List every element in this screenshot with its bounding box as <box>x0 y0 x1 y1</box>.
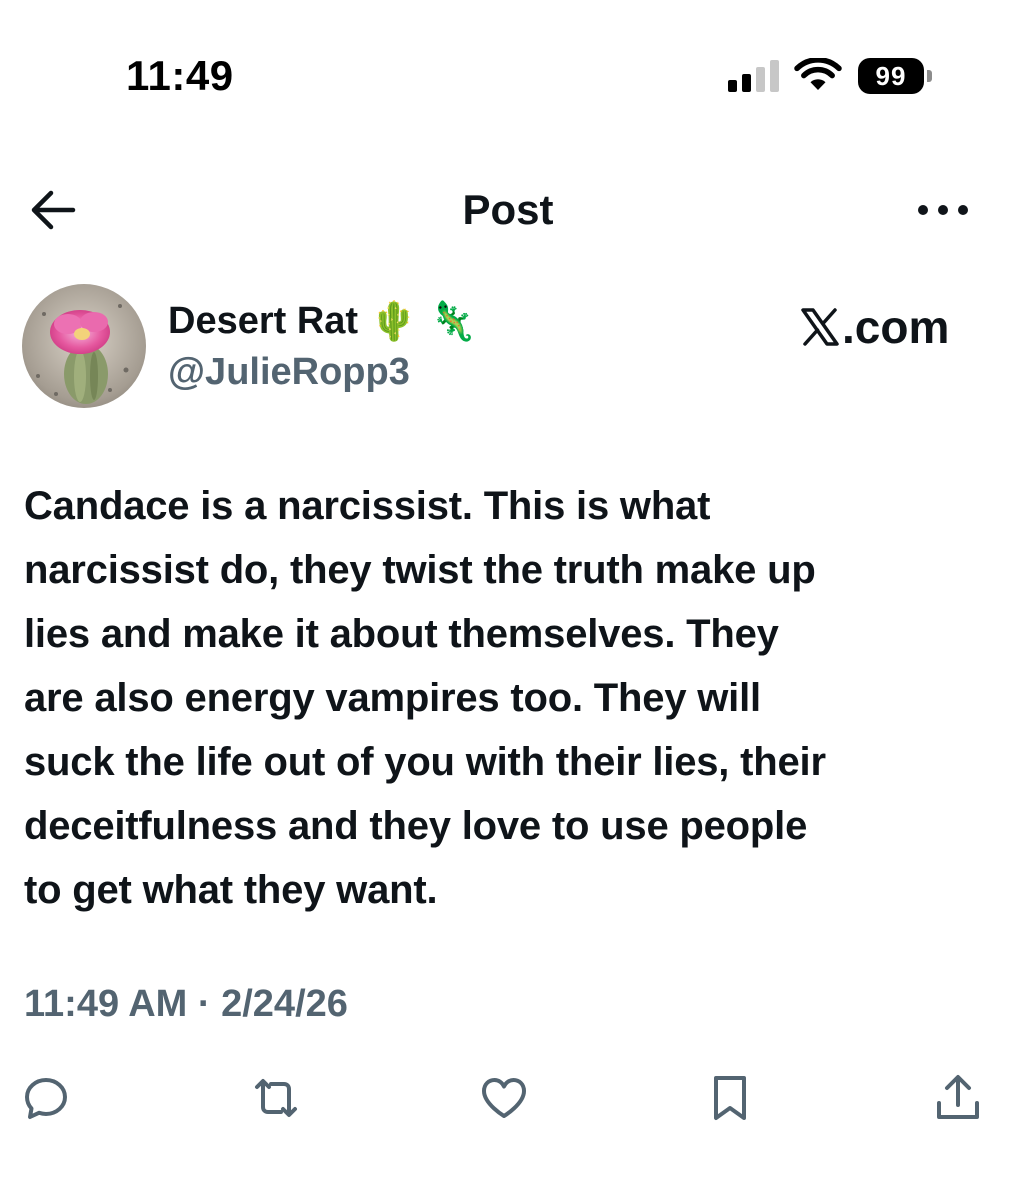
wifi-icon <box>794 58 842 90</box>
post-timestamp[interactable]: 11:49 AM · 2/24/26 <box>24 978 348 1030</box>
post-text: Candace is a narcissist. This is what na… <box>24 484 826 912</box>
share-button[interactable] <box>930 1072 986 1124</box>
bookmark-icon <box>714 1076 746 1120</box>
like-button[interactable] <box>476 1072 532 1124</box>
bookmark-button[interactable] <box>702 1072 758 1124</box>
repost-button[interactable] <box>248 1072 304 1124</box>
cellular-signal-icon <box>728 60 779 92</box>
x-logo-icon <box>801 308 839 346</box>
avatar[interactable] <box>22 284 146 408</box>
lizard-emoji-icon: 🦎 <box>429 299 477 343</box>
page-title: Post <box>462 186 554 233</box>
more-horizontal-icon <box>918 205 968 215</box>
status-time: 11:49 <box>126 52 234 99</box>
repost-icon <box>255 1079 297 1117</box>
x-com-watermark: .com <box>800 300 949 354</box>
reply-button[interactable] <box>18 1072 74 1124</box>
author-name-row[interactable]: Desert Rat 🌵 🦎 <box>168 294 477 348</box>
share-icon <box>937 1075 979 1119</box>
site-suffix: .com <box>842 301 950 353</box>
reply-icon <box>25 1078 67 1119</box>
battery-tip <box>927 70 932 82</box>
cactus-flower-photo <box>22 284 146 408</box>
display-name: Desert Rat <box>168 300 359 342</box>
battery-level: 99 <box>858 58 924 94</box>
heart-icon <box>482 1078 526 1118</box>
author-handle[interactable]: @JulieRopp3 <box>168 348 410 396</box>
more-options-button[interactable] <box>912 192 974 228</box>
cactus-emoji-icon: 🌵 <box>370 299 418 343</box>
battery-icon: 99 <box>858 58 932 94</box>
